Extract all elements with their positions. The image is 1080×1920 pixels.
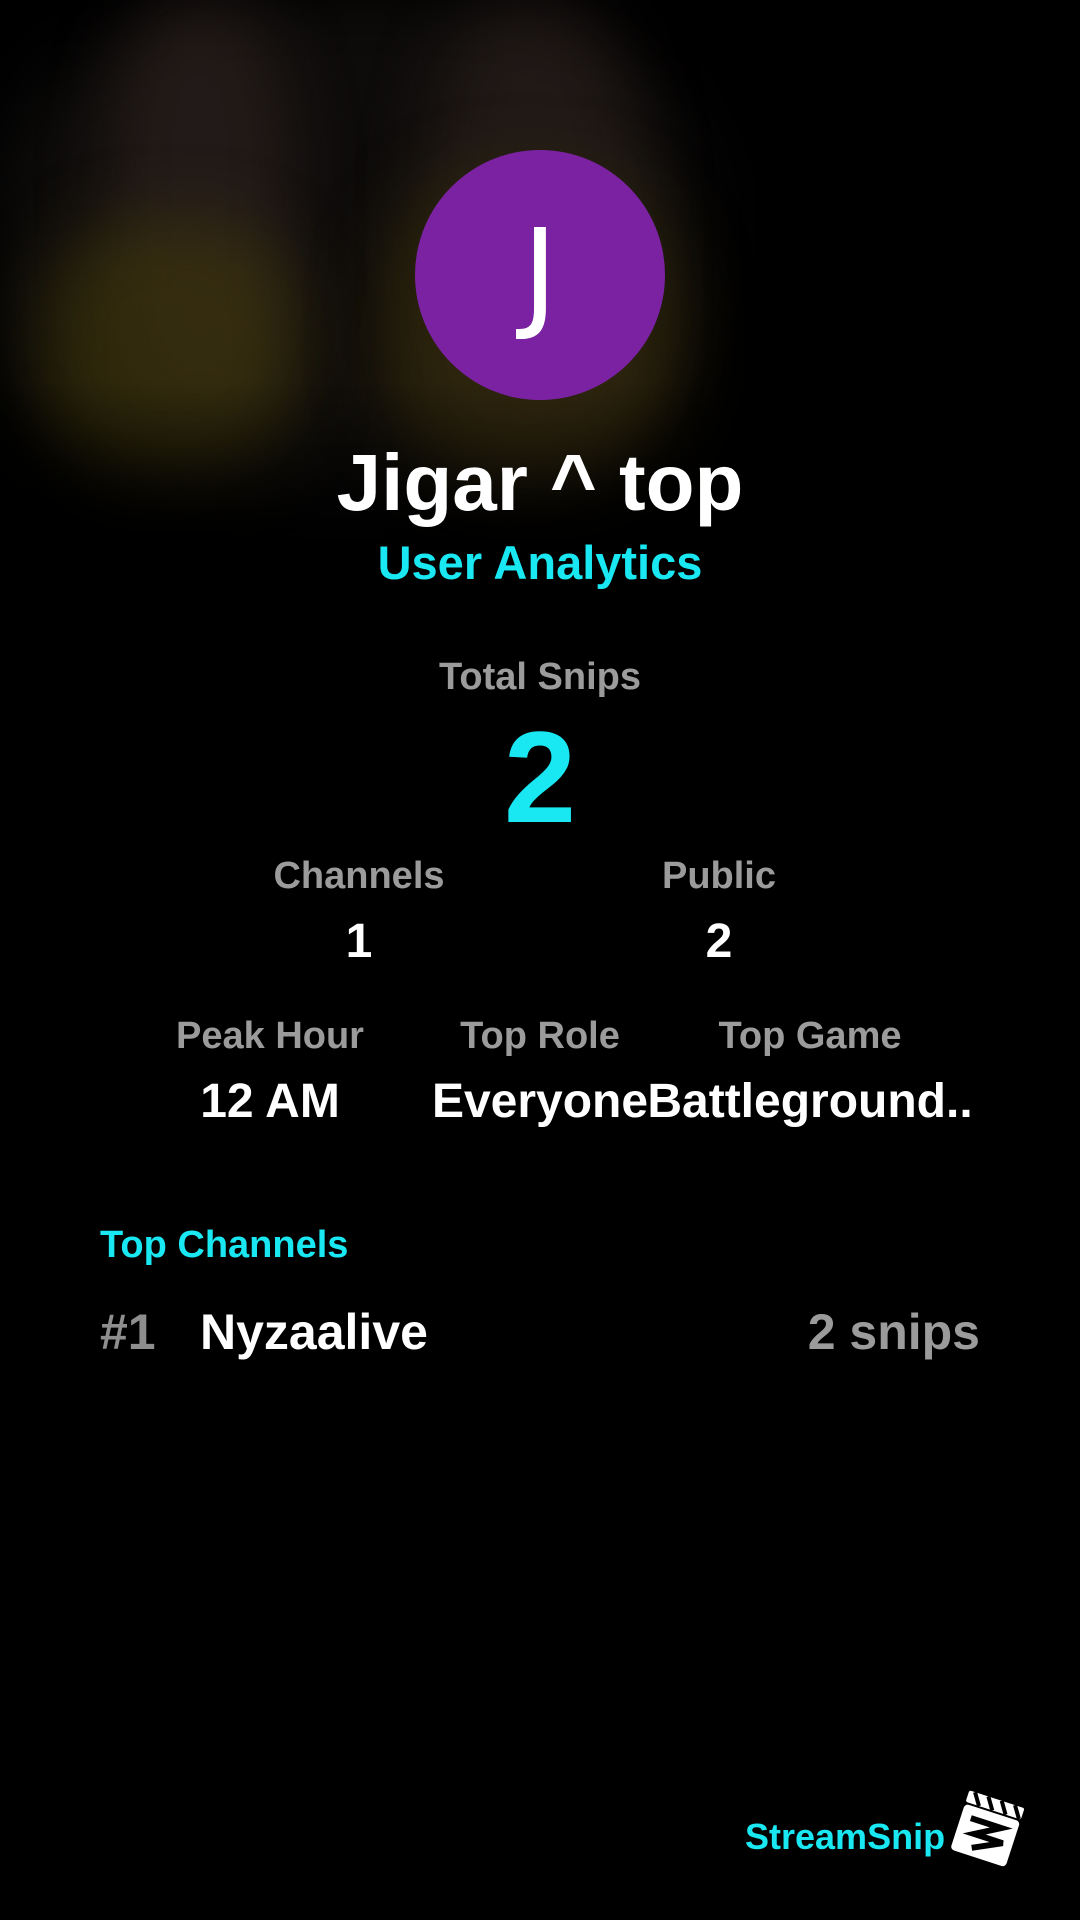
brand-name: StreamSnip <box>745 1816 946 1857</box>
clapperboard-icon <box>951 1790 1024 1867</box>
list-item: #1 Nyzaalive 2 snips <box>0 1300 1080 1370</box>
top-game-label: Top Game <box>718 1015 902 1057</box>
peak-hour-label: Peak Hour <box>176 1015 364 1057</box>
channel-name: Nyzaalive <box>200 1304 428 1360</box>
top-game-value: Battleground.. <box>647 1075 973 1128</box>
public-value: 2 <box>705 915 733 968</box>
channels-value: 1 <box>345 915 373 968</box>
user-name: Jigar ^ top <box>336 438 744 527</box>
channel-rank: #1 <box>100 1304 156 1360</box>
total-snips-label: Total Snips <box>439 656 641 698</box>
avatar: J <box>415 150 665 400</box>
channels-label: Channels <box>273 855 445 897</box>
analytics-card: J Jigar ^ top User Analytics Total Snips… <box>0 0 1080 1920</box>
page-subtitle: User Analytics <box>377 536 703 589</box>
avatar-initial: J <box>522 205 558 344</box>
channel-snips-count: 2 snips <box>807 1304 980 1360</box>
peak-hour-value: 12 AM <box>200 1075 340 1128</box>
top-channels-title: Top Channels <box>100 1224 349 1266</box>
total-snips-value: 2 <box>503 704 577 850</box>
public-label: Public <box>661 855 777 897</box>
top-role-label: Top Role <box>460 1015 620 1057</box>
